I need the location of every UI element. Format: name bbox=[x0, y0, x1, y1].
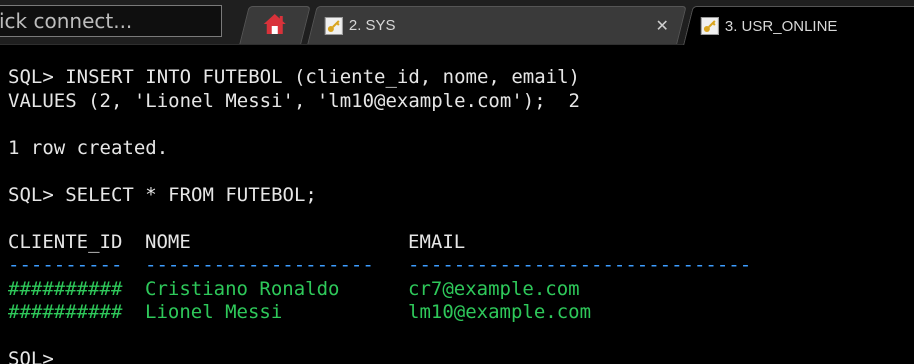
key-icon bbox=[324, 16, 343, 35]
table-row: ########## Cristiano Ronaldo cr7@example… bbox=[0, 278, 914, 302]
tab-sys[interactable]: 2. SYS ✕ bbox=[307, 6, 687, 44]
table-separator-row: ---------- -------------------- --------… bbox=[0, 254, 914, 278]
tab-usr-online-label: 3. USR_ONLINE bbox=[724, 17, 838, 35]
tab-sys-label: 2. SYS bbox=[348, 17, 396, 34]
tab-usr-online[interactable]: 3. USR_ONLINE bbox=[683, 6, 914, 45]
table-row: ########## Lionel Messi lm10@example.com bbox=[0, 301, 914, 325]
sql-prompt[interactable]: SQL> bbox=[0, 348, 914, 364]
key-icon bbox=[700, 17, 719, 35]
column-header-nome: NOME bbox=[145, 230, 191, 253]
cell-cliente-id: ########## bbox=[8, 277, 123, 300]
cell-email: cr7@example.com bbox=[408, 277, 580, 300]
column-header-cliente-id: CLIENTE_ID bbox=[8, 230, 123, 253]
separator-cliente-id: ---------- bbox=[8, 254, 123, 276]
cell-nome: Cristiano Ronaldo bbox=[145, 277, 340, 300]
terminal-line: VALUES (2, 'Lionel Messi', 'lm10@example… bbox=[8, 89, 580, 112]
cell-nome: Lionel Messi bbox=[145, 301, 283, 323]
home-icon bbox=[263, 13, 287, 39]
tab-bar: 2. SYS ✕ 3. USR_ONLINE bbox=[0, 0, 914, 45]
terminal-window: 2. SYS ✕ 3. USR_ONLINE SQL> INSERT INTO … bbox=[0, 0, 914, 364]
terminal-line: SQL> SELECT * FROM FUTEBOL; bbox=[8, 183, 317, 206]
separator-nome: -------------------- bbox=[145, 254, 374, 276]
close-icon[interactable]: ✕ bbox=[655, 16, 668, 35]
column-header-email: EMAIL bbox=[408, 230, 466, 253]
table-header-row: CLIENTE_ID NOME EMAIL bbox=[0, 231, 914, 255]
separator-email: ------------------------------ bbox=[408, 254, 752, 276]
cell-email: lm10@example.com bbox=[408, 301, 592, 323]
terminal-line: 1 row created. bbox=[8, 136, 169, 159]
terminal-output[interactable]: SQL> INSERT INTO FUTEBOL (cliente_id, no… bbox=[0, 66, 914, 364]
cell-cliente-id: ########## bbox=[8, 301, 123, 323]
tab-home[interactable] bbox=[239, 6, 311, 44]
terminal-line: SQL> INSERT INTO FUTEBOL (cliente_id, no… bbox=[8, 66, 580, 88]
quick-connect-input[interactable] bbox=[0, 5, 222, 37]
